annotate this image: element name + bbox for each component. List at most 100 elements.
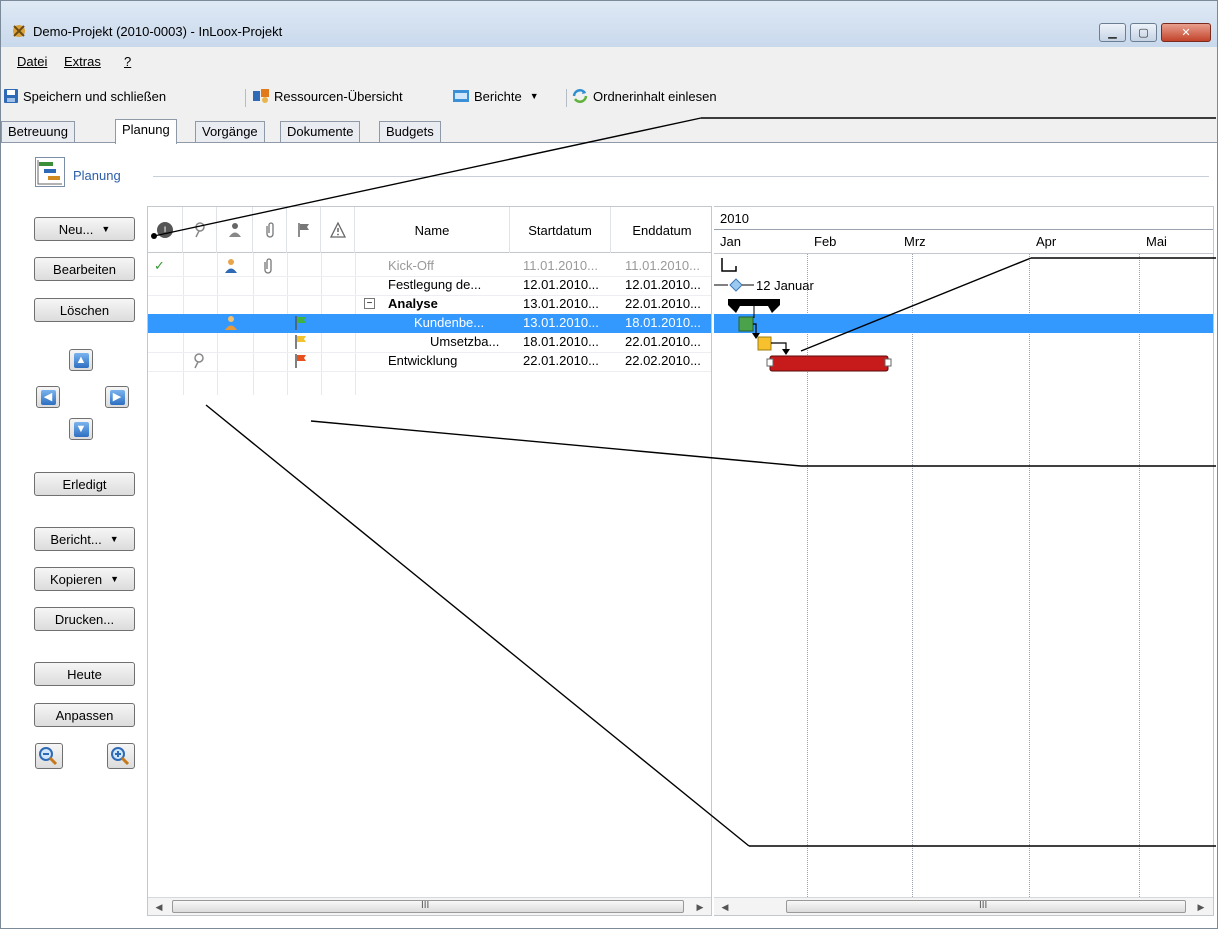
move-up-button[interactable]: ▲ xyxy=(69,349,93,371)
grid-header: ! Name Startdatum Enddatum xyxy=(148,207,711,253)
minimize-button[interactable]: ▁ xyxy=(1099,23,1126,42)
task-end: 18.01.2010... xyxy=(625,315,701,330)
yellow-flag-icon xyxy=(294,334,308,353)
today-button[interactable]: Heute xyxy=(34,662,135,686)
scroll-left-icon[interactable]: ◀ xyxy=(718,900,732,914)
pin-icon xyxy=(194,222,205,238)
chevron-down-icon: ▼ xyxy=(110,574,119,584)
new-button[interactable]: Neu... ▼ xyxy=(34,217,135,241)
menu-datei[interactable]: Datei xyxy=(17,54,47,69)
delete-button[interactable]: Löschen xyxy=(34,298,135,322)
checkmark-icon: ✓ xyxy=(154,258,165,273)
section-title: Planung xyxy=(73,168,121,183)
chevron-down-icon: ▼ xyxy=(529,91,539,101)
kickoff-marker xyxy=(721,258,737,272)
col-warning[interactable] xyxy=(321,207,355,253)
menu-extras[interactable]: Extras xyxy=(64,54,101,69)
col-end[interactable]: Enddatum xyxy=(611,207,711,253)
close-icon: ✕ xyxy=(1181,27,1191,39)
tab-dokumente[interactable]: Dokumente xyxy=(280,121,361,143)
dependency-arrowhead xyxy=(782,349,790,355)
collapse-icon[interactable]: − xyxy=(364,298,375,309)
status-column-icon: ! xyxy=(157,222,173,238)
col-start[interactable]: Startdatum xyxy=(510,207,611,253)
tab-vorgaenge[interactable]: Vorgänge xyxy=(195,121,265,143)
refresh-icon xyxy=(572,89,588,103)
svg-text:!: ! xyxy=(163,225,166,237)
gantt-horizontal-scrollbar[interactable]: ◀ III ▶ xyxy=(714,897,1213,915)
paperclip-icon xyxy=(265,222,274,238)
toolbar: Speichern und schließen Ressourcen-Übers… xyxy=(1,85,1217,113)
col-view[interactable] xyxy=(183,207,217,253)
save-close-button[interactable]: Speichern und schließen xyxy=(3,88,166,104)
table-row[interactable]: Festlegung de... 12.01.2010... 12.01.201… xyxy=(148,276,711,295)
move-down-button[interactable]: ▼ xyxy=(69,418,93,440)
table-row[interactable]: ✓ Kick-Off 11.01.2010... 11.01.2010... xyxy=(148,257,711,276)
arrow-down-icon: ▼ xyxy=(73,421,89,437)
task-name: Festlegung de... xyxy=(388,277,482,292)
tab-budgets[interactable]: Budgets xyxy=(379,121,441,143)
task-start: 18.01.2010... xyxy=(523,334,599,349)
col-resource[interactable] xyxy=(217,207,253,253)
menu-bar: Datei Extras ? xyxy=(1,47,1217,77)
gantt-chart: 2010 Jan Feb Mrz Apr Mai 12 Januar ◀ III… xyxy=(714,206,1214,916)
warning-icon xyxy=(329,222,346,238)
title-bar: Demo-Projekt (2010-0003) - InLoox-Projek… xyxy=(1,1,1217,47)
col-name[interactable]: Name xyxy=(355,207,510,253)
table-row[interactable]: Umsetzba... 18.01.2010... 22.01.2010... xyxy=(148,333,711,352)
orange-flag-icon xyxy=(294,353,308,372)
reports-button[interactable]: Berichte ▼ xyxy=(452,88,539,104)
gantt-scroll-thumb[interactable]: III xyxy=(786,900,1186,913)
scroll-right-icon[interactable]: ▶ xyxy=(1194,900,1208,914)
fit-button[interactable]: Anpassen xyxy=(34,703,135,727)
table-row-selected[interactable]: Kundenbe... 13.01.2010... 18.01.2010... xyxy=(148,314,711,333)
copy-button[interactable]: Kopieren ▼ xyxy=(34,567,135,591)
grid-scroll-thumb[interactable]: III xyxy=(172,900,684,913)
col-flag[interactable] xyxy=(287,207,321,253)
green-flag-icon xyxy=(294,315,308,334)
zoom-in-icon xyxy=(111,747,130,766)
col-attachment[interactable] xyxy=(253,207,287,253)
window-title: Demo-Projekt (2010-0003) - InLoox-Projek… xyxy=(33,24,283,39)
person-icon xyxy=(224,258,238,277)
scroll-left-icon[interactable]: ◀ xyxy=(152,900,166,914)
zoom-out-button[interactable] xyxy=(35,743,63,769)
move-left-button[interactable]: ◀ xyxy=(36,386,60,408)
done-button[interactable]: Erledigt xyxy=(34,472,135,496)
row-divider xyxy=(148,371,711,372)
resources-button[interactable]: Ressourcen-Übersicht xyxy=(252,88,403,104)
report-button[interactable]: Bericht... ▼ xyxy=(34,527,135,551)
table-row[interactable]: Entwicklung 22.01.2010... 22.02.2010... xyxy=(148,352,711,371)
tab-strip: Betreuung Planung Vorgänge Dokumente Bud… xyxy=(1,119,1217,144)
scroll-right-icon[interactable]: ▶ xyxy=(693,900,707,914)
zoom-out-icon xyxy=(39,747,58,766)
move-right-button[interactable]: ▶ xyxy=(105,386,129,408)
gantt-bars: 12 Januar xyxy=(714,258,892,372)
read-folder-button[interactable]: Ordnerinhalt einlesen xyxy=(571,88,717,104)
task-start: 22.01.2010... xyxy=(523,353,599,368)
planning-panel: Planung Neu... ▼ Bearbeiten Löschen ▲ ◀ ▶… xyxy=(1,143,1217,928)
arrow-left-icon: ◀ xyxy=(40,389,56,405)
table-row[interactable]: − Analyse 13.01.2010... 22.01.2010... xyxy=(148,295,711,314)
resources-icon xyxy=(253,89,269,103)
tab-betreuung[interactable]: Betreuung xyxy=(1,121,75,143)
grid-horizontal-scrollbar[interactable]: ◀ III ▶ xyxy=(148,897,711,915)
menu-help[interactable]: ? xyxy=(124,54,131,69)
maximize-icon: ▢ xyxy=(1138,27,1149,39)
task-bar-red xyxy=(769,355,889,372)
chevron-down-icon: ▼ xyxy=(101,224,111,234)
maximize-button[interactable]: ▢ xyxy=(1130,23,1157,42)
section-divider xyxy=(153,176,1209,177)
col-status[interactable]: ! xyxy=(148,207,183,253)
tab-planung[interactable]: Planung xyxy=(115,119,177,144)
task-bar-yellow xyxy=(757,336,772,351)
save-icon xyxy=(4,89,18,103)
print-button[interactable]: Drucken... xyxy=(34,607,135,631)
zoom-in-button[interactable] xyxy=(107,743,135,769)
task-start: 13.01.2010... xyxy=(523,296,599,311)
toolbar-separator xyxy=(245,89,246,107)
gantt-section-icon xyxy=(35,157,65,187)
close-window-button[interactable]: ✕ xyxy=(1161,23,1211,42)
minimize-icon: ▁ xyxy=(1108,27,1117,39)
edit-button[interactable]: Bearbeiten xyxy=(34,257,135,281)
